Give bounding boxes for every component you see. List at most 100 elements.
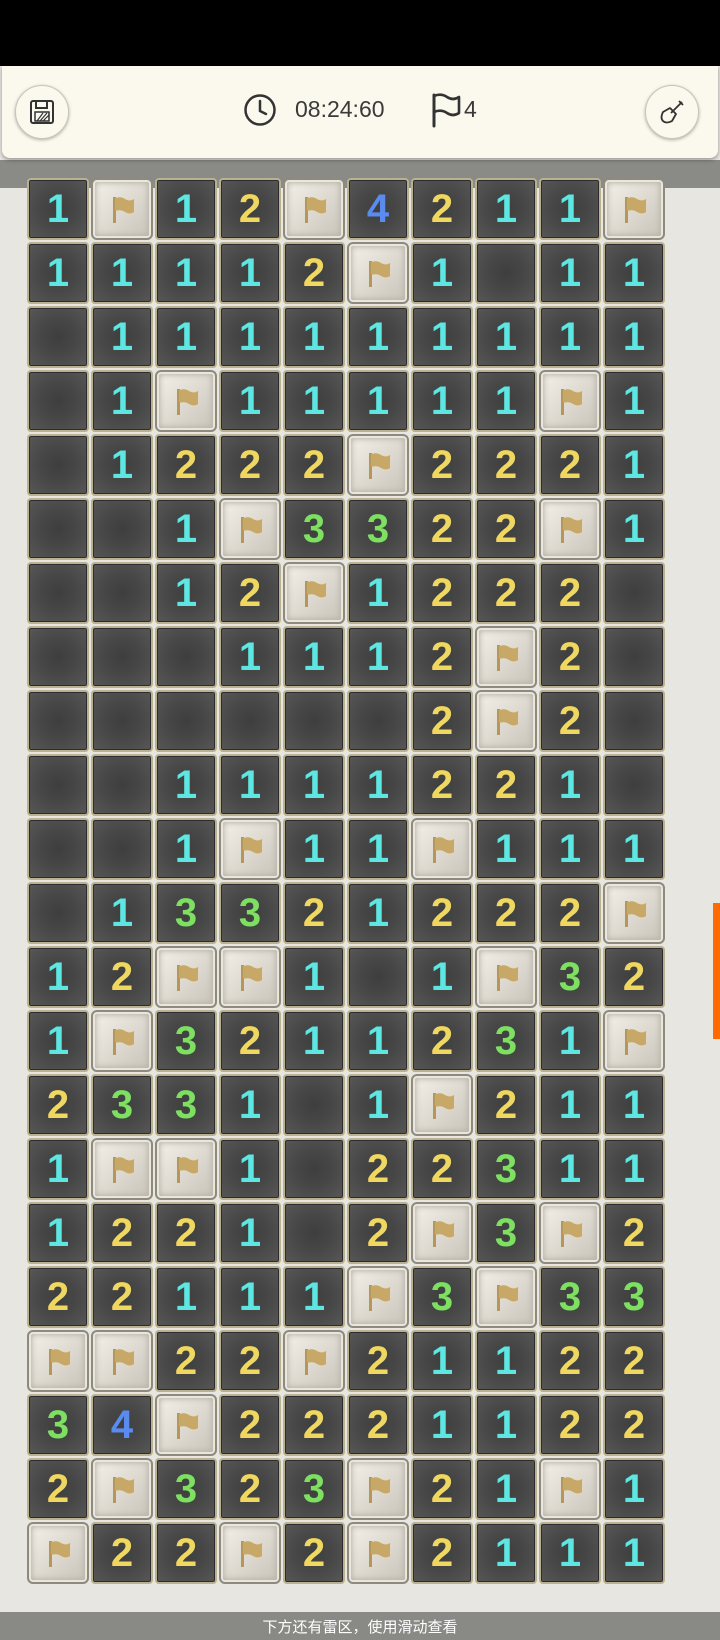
number-cell[interactable]: 1 [91,370,153,432]
flagged-cell[interactable] [475,1266,537,1328]
flagged-cell[interactable] [283,562,345,624]
number-cell[interactable]: 1 [475,818,537,880]
number-cell[interactable]: 1 [347,882,409,944]
number-cell[interactable]: 1 [475,1522,537,1584]
number-cell[interactable]: 2 [27,1458,89,1520]
empty-cell[interactable] [603,754,665,816]
empty-cell[interactable] [91,562,153,624]
number-cell[interactable]: 3 [411,1266,473,1328]
number-cell[interactable]: 2 [475,1074,537,1136]
number-cell[interactable]: 1 [475,306,537,368]
flagged-cell[interactable] [411,1202,473,1264]
number-cell[interactable]: 2 [475,434,537,496]
number-cell[interactable]: 3 [603,1266,665,1328]
number-cell[interactable]: 2 [411,1138,473,1200]
empty-cell[interactable] [27,690,89,752]
number-cell[interactable]: 2 [219,1010,281,1072]
number-cell[interactable]: 1 [155,498,217,560]
number-cell[interactable]: 2 [283,1522,345,1584]
number-cell[interactable]: 2 [411,562,473,624]
empty-cell[interactable] [155,626,217,688]
number-cell[interactable]: 1 [155,242,217,304]
empty-cell[interactable] [475,242,537,304]
number-cell[interactable]: 3 [475,1010,537,1072]
flagged-cell[interactable] [411,818,473,880]
empty-cell[interactable] [91,690,153,752]
number-cell[interactable]: 1 [539,818,601,880]
number-cell[interactable]: 1 [27,1138,89,1200]
number-cell[interactable]: 1 [539,1074,601,1136]
number-cell[interactable]: 1 [411,946,473,1008]
empty-cell[interactable] [603,626,665,688]
empty-cell[interactable] [91,754,153,816]
number-cell[interactable]: 1 [539,1522,601,1584]
flagged-cell[interactable] [603,1010,665,1072]
number-cell[interactable]: 1 [219,1074,281,1136]
number-cell[interactable]: 1 [475,1458,537,1520]
number-cell[interactable]: 1 [603,498,665,560]
flagged-cell[interactable] [603,882,665,944]
number-cell[interactable]: 2 [475,754,537,816]
number-cell[interactable]: 4 [347,178,409,240]
empty-cell[interactable] [347,690,409,752]
number-cell[interactable]: 2 [347,1202,409,1264]
flagged-cell[interactable] [27,1330,89,1392]
empty-cell[interactable] [603,562,665,624]
empty-cell[interactable] [603,690,665,752]
number-cell[interactable]: 2 [411,178,473,240]
flagged-cell[interactable] [539,370,601,432]
number-cell[interactable]: 2 [155,434,217,496]
number-cell[interactable]: 2 [27,1074,89,1136]
empty-cell[interactable] [27,498,89,560]
flagged-cell[interactable] [539,498,601,560]
flagged-cell[interactable] [91,1330,153,1392]
flagged-cell[interactable] [347,242,409,304]
flagged-cell[interactable] [91,178,153,240]
number-cell[interactable]: 3 [539,1266,601,1328]
number-cell[interactable]: 1 [347,1074,409,1136]
number-cell[interactable]: 1 [475,178,537,240]
number-cell[interactable]: 1 [475,370,537,432]
number-cell[interactable]: 2 [603,946,665,1008]
number-cell[interactable]: 1 [219,242,281,304]
empty-cell[interactable] [27,562,89,624]
flagged-cell[interactable] [411,1074,473,1136]
number-cell[interactable]: 1 [283,754,345,816]
empty-cell[interactable] [27,370,89,432]
flagged-cell[interactable] [91,1138,153,1200]
shovel-button[interactable] [645,85,699,139]
empty-cell[interactable] [27,434,89,496]
empty-cell[interactable] [27,306,89,368]
number-cell[interactable]: 1 [283,370,345,432]
number-cell[interactable]: 2 [411,882,473,944]
number-cell[interactable]: 1 [347,754,409,816]
number-cell[interactable]: 3 [347,498,409,560]
empty-cell[interactable] [155,690,217,752]
number-cell[interactable]: 1 [411,1330,473,1392]
number-cell[interactable]: 3 [475,1138,537,1200]
number-cell[interactable]: 1 [219,754,281,816]
number-cell[interactable]: 1 [283,818,345,880]
number-cell[interactable]: 1 [347,370,409,432]
empty-cell[interactable] [27,882,89,944]
number-cell[interactable]: 1 [347,562,409,624]
number-cell[interactable]: 2 [155,1522,217,1584]
number-cell[interactable]: 1 [27,242,89,304]
number-cell[interactable]: 1 [91,242,153,304]
number-cell[interactable]: 1 [283,946,345,1008]
number-cell[interactable]: 1 [603,1138,665,1200]
flagged-cell[interactable] [539,1458,601,1520]
number-cell[interactable]: 2 [603,1202,665,1264]
empty-cell[interactable] [91,626,153,688]
flagged-cell[interactable] [475,690,537,752]
number-cell[interactable]: 1 [283,626,345,688]
empty-cell[interactable] [27,626,89,688]
number-cell[interactable]: 2 [155,1202,217,1264]
number-cell[interactable]: 2 [91,1202,153,1264]
number-cell[interactable]: 1 [219,1138,281,1200]
number-cell[interactable]: 3 [155,882,217,944]
number-cell[interactable]: 1 [539,306,601,368]
number-cell[interactable]: 1 [91,434,153,496]
number-cell[interactable]: 2 [91,1266,153,1328]
flagged-cell[interactable] [219,818,281,880]
